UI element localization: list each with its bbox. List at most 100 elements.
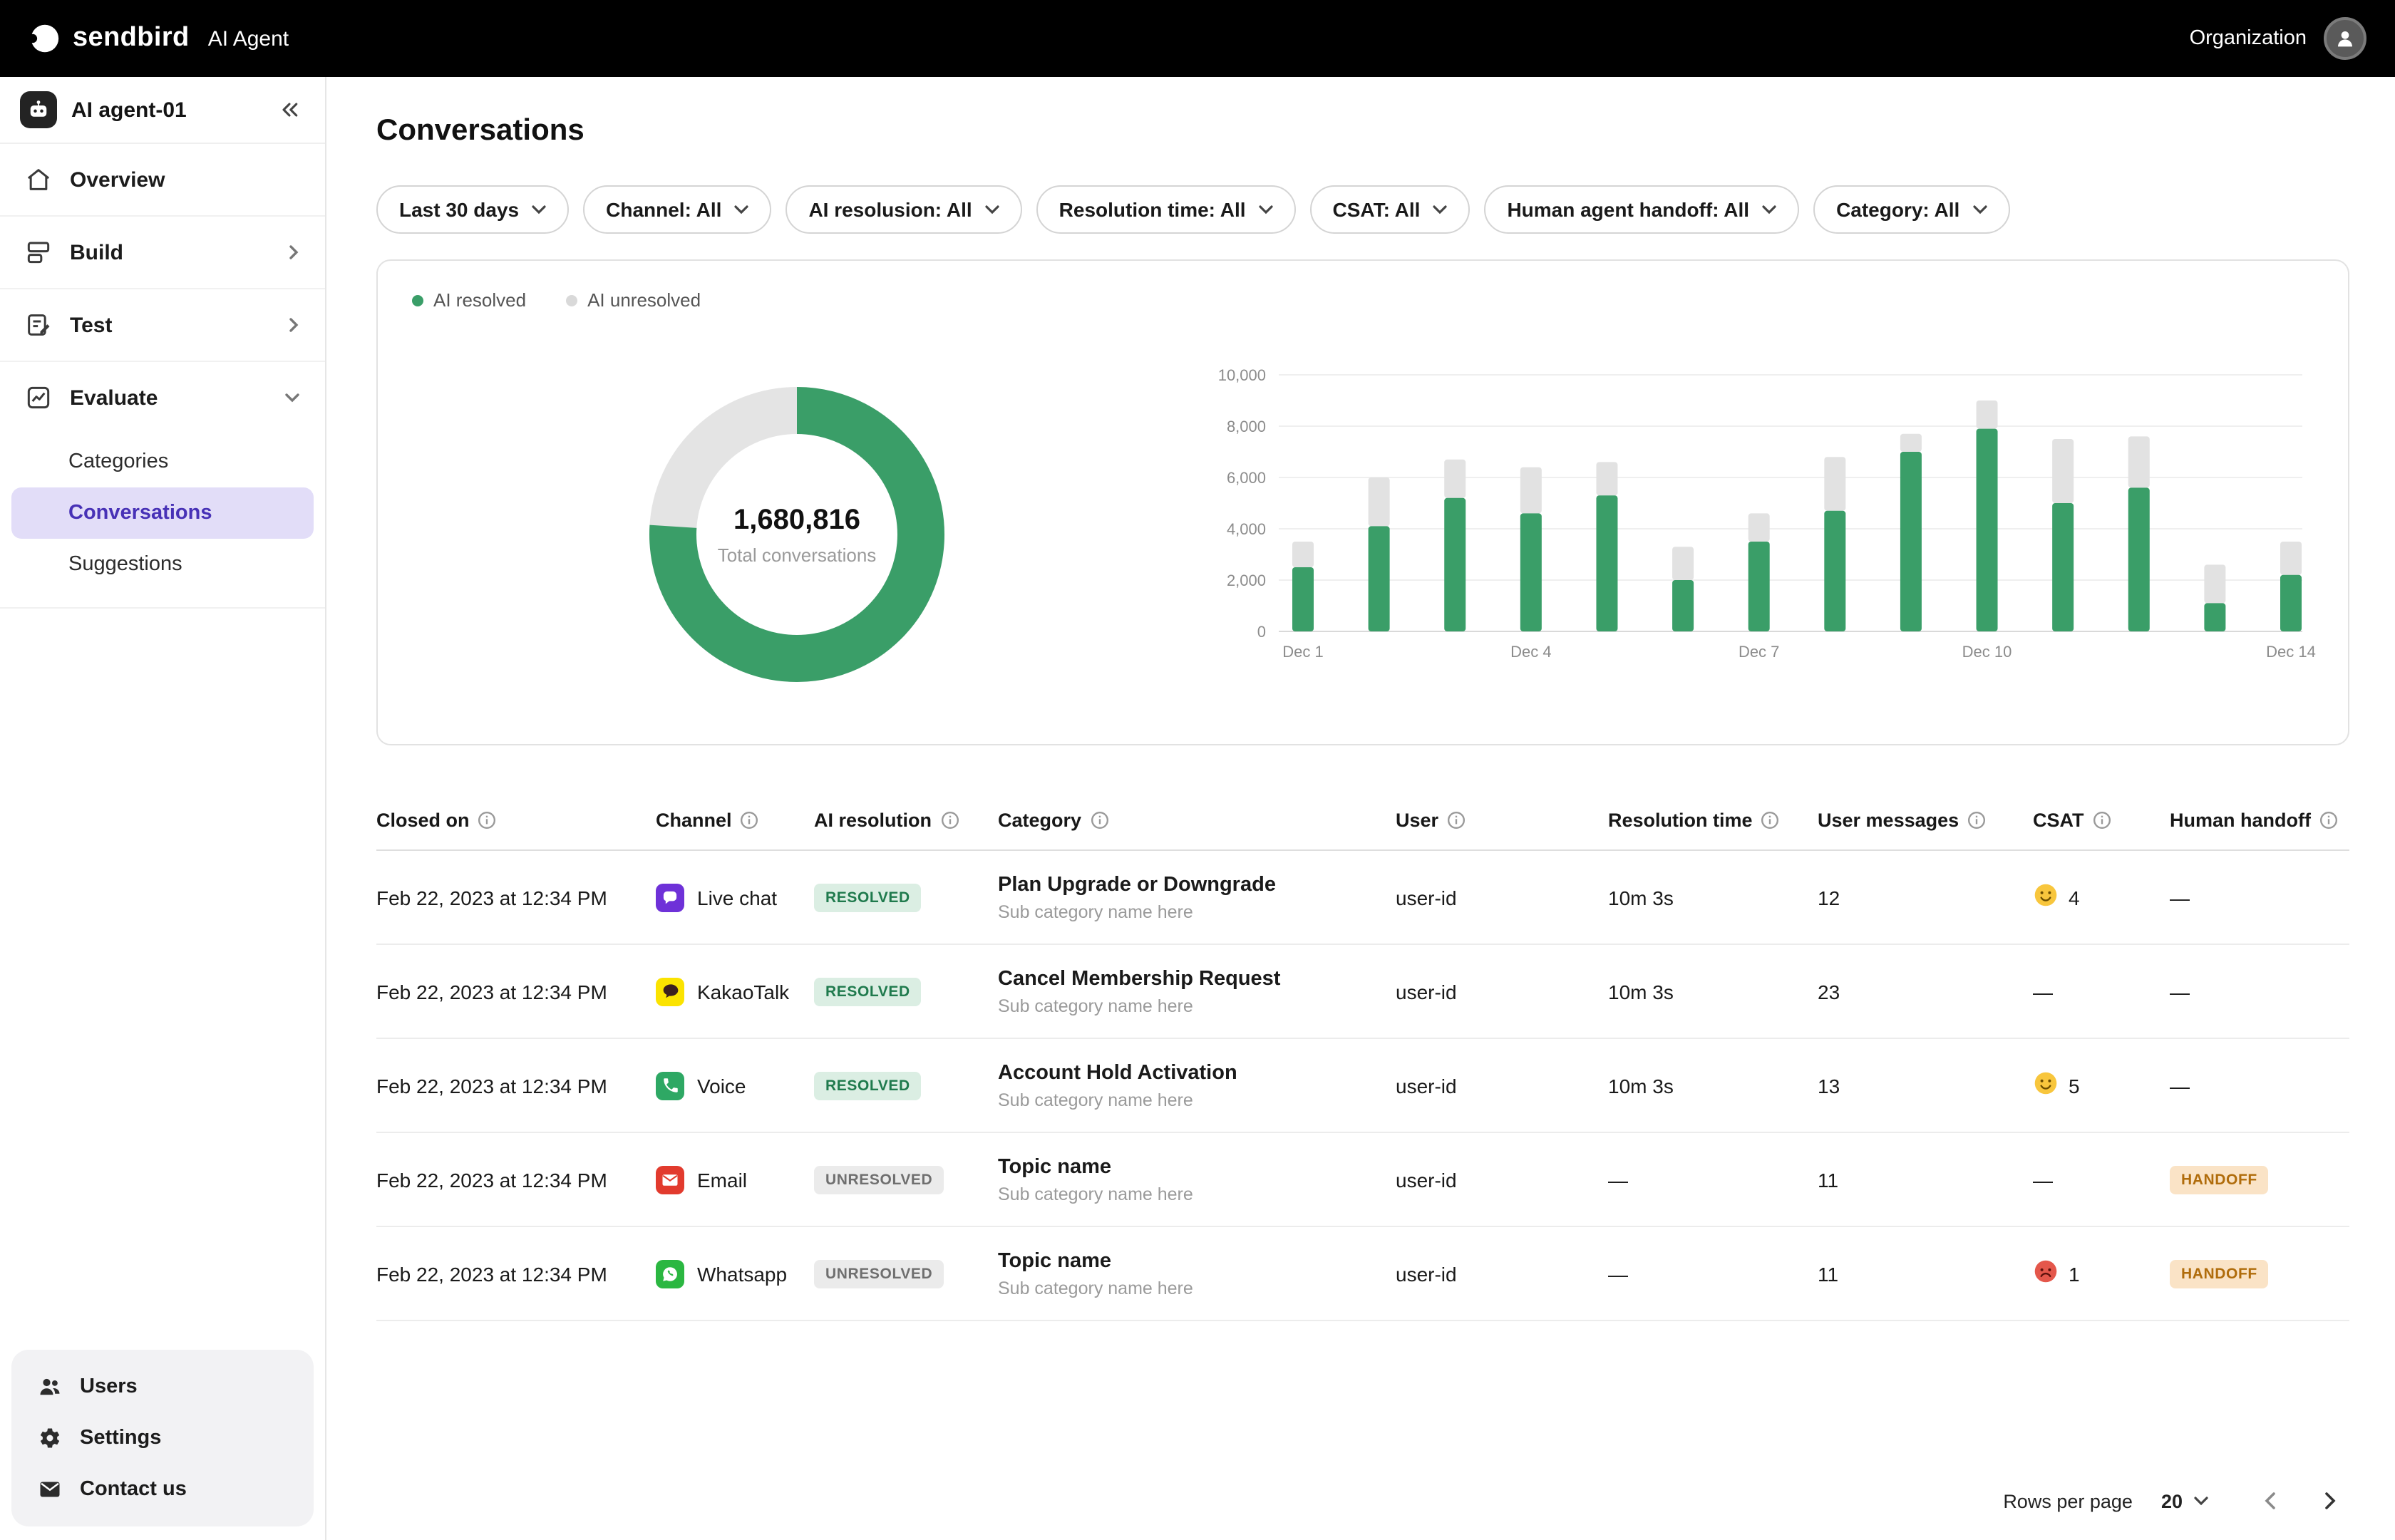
bar-resolved xyxy=(2052,503,2074,631)
closed-on-cell: Feb 22, 2023 at 12:34 PM xyxy=(376,1262,656,1285)
sidebar-item-contact-us[interactable]: Contact us xyxy=(20,1463,305,1514)
user-messages-cell: 12 xyxy=(1818,886,2033,909)
subcategory-name: Sub category name here xyxy=(998,996,1396,1016)
bar-unresolved xyxy=(1672,547,1694,580)
sidebar: AI agent-01 Overview Build Test xyxy=(0,77,326,1540)
legend-ai-resolved[interactable]: AI resolved xyxy=(412,289,526,311)
category-cell: Plan Upgrade or DowngradeSub category na… xyxy=(998,873,1396,921)
filter-resolution-time[interactable]: Resolution time: All xyxy=(1036,185,1296,234)
svg-text:2,000: 2,000 xyxy=(1227,572,1266,589)
info-icon[interactable] xyxy=(940,810,959,829)
column-csat: CSAT xyxy=(2033,809,2170,830)
bar-resolved xyxy=(1900,452,1922,631)
resolution-time-cell: 10m 3s xyxy=(1608,980,1818,1003)
table-row[interactable]: Feb 22, 2023 at 12:34 PMWhatsappUNRESOLV… xyxy=(376,1227,2349,1321)
sidebar-item-categories[interactable]: Categories xyxy=(11,436,314,487)
legend-ai-unresolved[interactable]: AI unresolved xyxy=(566,289,701,311)
voice-icon xyxy=(656,1071,684,1100)
info-icon[interactable] xyxy=(2319,810,2338,829)
filter-label: Human agent handoff: All xyxy=(1507,198,1749,221)
chevron-down-icon xyxy=(284,391,301,405)
chart-legend: AI resolved AI unresolved xyxy=(412,289,701,311)
resolution-badge: RESOLVED xyxy=(814,1071,922,1100)
table-row[interactable]: Feb 22, 2023 at 12:34 PMEmailUNRESOLVEDT… xyxy=(376,1133,2349,1227)
conversations-table: Closed on Channel AI resolution Category… xyxy=(376,790,2349,1321)
filter-csat[interactable]: CSAT: All xyxy=(1310,185,1471,234)
table-row[interactable]: Feb 22, 2023 at 12:34 PMLive chatRESOLVE… xyxy=(376,851,2349,945)
filter-ai-resolution[interactable]: AI resolusion: All xyxy=(786,185,1021,234)
table-row[interactable]: Feb 22, 2023 at 12:34 PMVoiceRESOLVEDAcc… xyxy=(376,1039,2349,1133)
bar-unresolved xyxy=(1292,542,1314,567)
filter-date-range[interactable]: Last 30 days xyxy=(376,185,569,234)
filter-label: AI resolusion: All xyxy=(808,198,972,221)
column-resolution-time: Resolution time xyxy=(1608,809,1818,830)
svg-text:6,000: 6,000 xyxy=(1227,469,1266,487)
resolution-cell: RESOLVED xyxy=(814,977,998,1006)
sidebar-item-users[interactable]: Users xyxy=(20,1360,305,1412)
sidebar-item-settings[interactable]: Settings xyxy=(20,1412,305,1463)
info-icon[interactable] xyxy=(2093,810,2111,829)
handoff-empty: — xyxy=(2170,886,2190,909)
sidebar-item-label: Evaluate xyxy=(70,386,267,410)
svg-text:Dec 1: Dec 1 xyxy=(1282,643,1323,661)
previous-page-button[interactable] xyxy=(2251,1482,2288,1519)
subcategory-name: Sub category name here xyxy=(998,1184,1396,1204)
bar-resolved xyxy=(1520,513,1542,631)
user-cell: user-id xyxy=(1396,1168,1608,1191)
user-avatar[interactable] xyxy=(2324,17,2366,60)
handoff-empty: — xyxy=(2170,980,2190,1003)
rows-per-page-select[interactable]: 20 xyxy=(2161,1490,2208,1511)
collapse-sidebar-icon[interactable] xyxy=(274,94,305,125)
user-messages-cell: 11 xyxy=(1818,1262,2033,1285)
sidebar-item-build[interactable]: Build xyxy=(0,217,325,289)
chevron-down-icon xyxy=(734,205,748,215)
csat-cell: 5 xyxy=(2033,1070,2170,1100)
csat-cell: — xyxy=(2033,980,2170,1003)
chevron-down-icon xyxy=(2194,1496,2208,1506)
sidebar-item-conversations[interactable]: Conversations xyxy=(11,487,314,539)
filter-channel[interactable]: Channel: All xyxy=(583,185,771,234)
next-page-button[interactable] xyxy=(2311,1482,2348,1519)
bar-unresolved xyxy=(1369,477,1390,526)
csat-cell: — xyxy=(2033,1168,2170,1191)
info-icon[interactable] xyxy=(741,810,759,829)
chevron-down-icon xyxy=(1972,205,1987,215)
sidebar-item-suggestions[interactable]: Suggestions xyxy=(11,539,314,590)
sidebar-item-overview[interactable]: Overview xyxy=(0,144,325,217)
bar-unresolved xyxy=(1900,434,1922,452)
column-user: User xyxy=(1396,809,1608,830)
channel-cell: Live chat xyxy=(656,883,814,911)
channel-label: Live chat xyxy=(697,886,777,909)
channel-cell: KakaoTalk xyxy=(656,977,814,1006)
mail-icon xyxy=(37,1476,63,1502)
info-icon[interactable] xyxy=(1090,810,1108,829)
svg-text:4,000: 4,000 xyxy=(1227,520,1266,538)
table-row[interactable]: Feb 22, 2023 at 12:34 PMKakaoTalkRESOLVE… xyxy=(376,945,2349,1039)
info-icon[interactable] xyxy=(1447,810,1466,829)
table-header: Closed on Channel AI resolution Category… xyxy=(376,790,2349,851)
closed-on-cell: Feb 22, 2023 at 12:34 PM xyxy=(376,1168,656,1191)
bar-unresolved xyxy=(2280,542,2302,575)
rows-per-page-value: 20 xyxy=(2161,1490,2183,1511)
info-icon[interactable] xyxy=(478,810,497,829)
sidebar-item-test[interactable]: Test xyxy=(0,289,325,362)
filter-bar: Last 30 days Channel: All AI resolusion:… xyxy=(376,185,2009,234)
top-bar: sendbird AI Agent Organization xyxy=(0,0,2395,77)
sidebar-item-evaluate[interactable]: Evaluate xyxy=(0,362,325,433)
filter-human-agent-handoff[interactable]: Human agent handoff: All xyxy=(1484,185,1799,234)
evaluate-children: Categories Conversations Suggestions xyxy=(0,433,325,609)
subcategory-name: Sub category name here xyxy=(998,1278,1396,1298)
donut-center: 1,680,816 Total conversations xyxy=(649,386,945,683)
total-conversations-value: 1,680,816 xyxy=(733,504,860,537)
sidebar-child-label: Conversations xyxy=(68,502,212,524)
users-icon xyxy=(37,1373,63,1399)
bar-resolved xyxy=(1824,511,1845,631)
info-icon[interactable] xyxy=(1761,810,1780,829)
organization-label[interactable]: Organization xyxy=(2190,27,2307,50)
category-cell: Account Hold ActivationSub category name… xyxy=(998,1061,1396,1110)
info-icon[interactable] xyxy=(1967,810,1986,829)
filter-category[interactable]: Category: All xyxy=(1813,185,2009,234)
csat-empty: — xyxy=(2033,980,2053,1003)
category-name: Cancel Membership Request xyxy=(998,967,1396,990)
bar-unresolved xyxy=(2052,439,2074,503)
